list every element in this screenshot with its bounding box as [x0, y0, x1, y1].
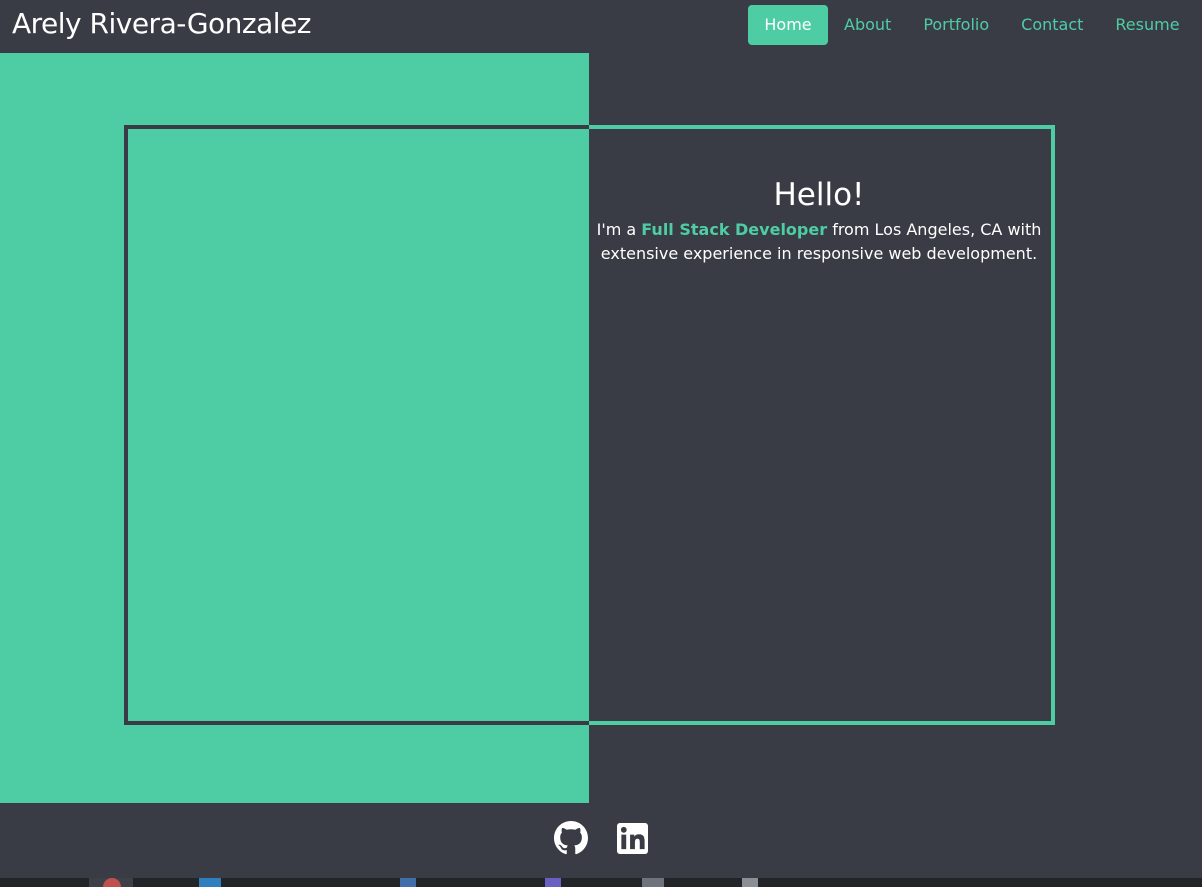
linkedin-link[interactable]	[588, 822, 648, 854]
social-links	[554, 821, 648, 855]
nav-resume[interactable]: Resume	[1115, 5, 1179, 45]
os-taskbar-strip	[0, 878, 1202, 887]
bio-prefix: I'm a	[596, 220, 642, 239]
intro-section: Hello! I'm a Full Stack Developer from L…	[596, 174, 1042, 266]
nav-about[interactable]: About	[844, 5, 891, 45]
nav-contact[interactable]: Contact	[1021, 5, 1083, 45]
taskbar-app-icon[interactable]	[545, 878, 561, 887]
github-link[interactable]	[554, 821, 588, 855]
nav-home[interactable]: Home	[748, 5, 828, 45]
taskbar-app-icon[interactable]	[742, 878, 758, 887]
top-navbar: Arely Rivera-Gonzalez Home About Portfol…	[0, 0, 1202, 53]
portfolio-page: Arely Rivera-Gonzalez Home About Portfol…	[0, 0, 1202, 887]
github-icon[interactable]	[554, 821, 588, 855]
intro-heading: Hello!	[773, 177, 865, 213]
main-nav: Home About Portfolio Contact Resume	[748, 5, 1180, 45]
taskbar-app-icon[interactable]	[199, 878, 221, 887]
bio-role: Full Stack Developer	[641, 220, 828, 239]
nav-portfolio[interactable]: Portfolio	[923, 5, 989, 45]
intro-bio: I'm a Full Stack Developer from Los Ange…	[596, 218, 1042, 266]
site-brand[interactable]: Arely Rivera-Gonzalez	[12, 6, 312, 42]
taskbar-app-icon[interactable]	[400, 878, 416, 887]
taskbar-app-icon[interactable]	[642, 878, 664, 887]
linkedin-icon[interactable]	[617, 822, 648, 854]
hero-frame-left	[124, 125, 590, 725]
